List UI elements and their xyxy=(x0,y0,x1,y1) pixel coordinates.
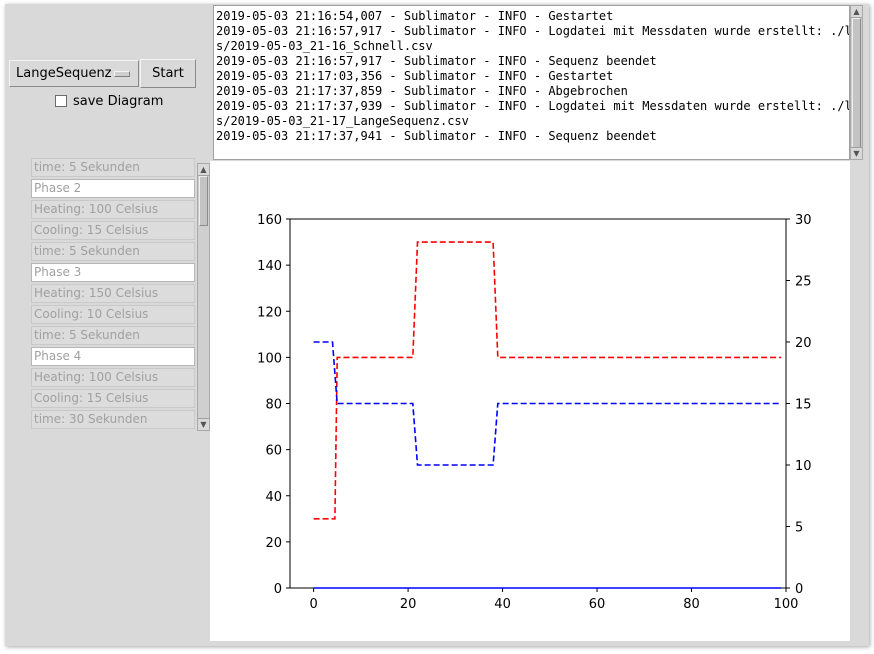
y-tick-label: 100 xyxy=(257,351,282,366)
phase-setting-field[interactable]: Cooling: 15 Celsius xyxy=(31,221,195,240)
log-line: s/2019-05-03_21-17_LangeSequenz.csv xyxy=(216,114,469,128)
y-tick-label: 20 xyxy=(265,536,282,551)
phase-setting-field[interactable]: Heating: 150 Celsius xyxy=(31,284,195,303)
log-line: 2019-05-03 21:17:37,939 - Sublimator - I… xyxy=(216,99,850,113)
log-line: 2019-05-03 21:16:57,917 - Sublimator - I… xyxy=(216,24,850,38)
phase-setting-field[interactable]: time: 5 Sekunden xyxy=(31,326,195,345)
phase-setting-field[interactable]: Cooling: 10 Celsius xyxy=(31,305,195,324)
dropdown-indicator-icon xyxy=(114,71,130,77)
y-tick-label: 40 xyxy=(265,490,282,505)
y-tick-label: 160 xyxy=(257,213,282,228)
y-tick-label: 60 xyxy=(265,444,282,459)
y2-tick-label: 20 xyxy=(795,336,812,351)
log-scrollbar[interactable]: ▲ ▼ xyxy=(850,5,863,160)
y2-tick-label: 0 xyxy=(795,582,803,597)
x-tick-label: 0 xyxy=(309,597,317,612)
save-diagram-label: save Diagram xyxy=(73,93,164,109)
phase-setting-field[interactable]: Cooling: 15 Celsius xyxy=(31,389,195,408)
y2-tick-label: 10 xyxy=(795,459,812,474)
phase-name-field[interactable]: Phase 4 xyxy=(31,347,195,366)
log-line: 2019-05-03 21:17:37,859 - Sublimator - I… xyxy=(216,84,628,98)
x-tick-label: 80 xyxy=(683,597,700,612)
phase-setting-field[interactable]: time: 5 Sekunden xyxy=(31,158,195,177)
phase-scroll-thumb[interactable] xyxy=(199,176,208,226)
start-button[interactable]: Start xyxy=(140,59,196,88)
phase-name-field[interactable]: Phase 3 xyxy=(31,263,195,282)
log-line: s/2019-05-03_21-16_Schnell.csv xyxy=(216,39,433,53)
scroll-up-icon[interactable]: ▲ xyxy=(198,164,209,176)
x-tick-label: 20 xyxy=(400,597,417,612)
log-line: 2019-05-03 21:17:37,941 - Sublimator - I… xyxy=(216,129,657,143)
checkbox-box[interactable] xyxy=(55,95,67,107)
line-chart: 0 20 40 60 80 1000204060801001201401600510152… xyxy=(257,213,812,612)
y-tick-label: 120 xyxy=(257,305,282,320)
phase-setting-field[interactable]: time: 5 Sekunden xyxy=(31,242,195,261)
log-output[interactable]: 2019-05-03 21:16:54,007 - Sublimator - I… xyxy=(213,5,850,160)
log-line: 2019-05-03 21:16:54,007 - Sublimator - I… xyxy=(216,9,614,23)
phase-list: time: 5 Sekunden Phase 2 Heating: 100 Cels… xyxy=(31,158,196,432)
x-tick-label: 100 xyxy=(774,597,799,612)
y2-tick-label: 15 xyxy=(795,398,812,413)
log-line: 2019-05-03 21:16:57,917 - Sublimator - I… xyxy=(216,54,657,68)
phase-setting-field[interactable]: Heating: 100 Celsius xyxy=(31,368,195,387)
y-tick-label: 140 xyxy=(257,259,282,274)
y2-tick-label: 5 xyxy=(795,521,803,536)
sequence-select[interactable]: LangeSequenz xyxy=(9,60,139,87)
series-line-0 xyxy=(313,241,782,520)
y2-tick-label: 30 xyxy=(795,213,812,228)
y2-tick-label: 25 xyxy=(795,275,812,290)
phase-setting-field[interactable]: Heating: 100 Celsius xyxy=(31,200,195,219)
scroll-up-icon[interactable]: ▲ xyxy=(851,6,862,18)
phase-name-field[interactable]: Phase 2 xyxy=(31,179,195,198)
phase-scrollbar[interactable]: ▲ ▼ xyxy=(197,163,210,431)
phase-setting-field[interactable]: time: 30 Sekunden xyxy=(31,410,195,429)
y-tick-label: 80 xyxy=(265,398,282,413)
scroll-down-icon[interactable]: ▼ xyxy=(851,147,862,159)
scroll-down-icon[interactable]: ▼ xyxy=(198,418,209,430)
sequence-select-value: LangeSequenz xyxy=(16,66,112,81)
x-tick-label: 60 xyxy=(589,597,606,612)
app-window: LangeSequenz Start save Diagram 2019-05-… xyxy=(5,4,869,646)
save-diagram-checkbox[interactable]: save Diagram xyxy=(55,93,163,109)
log-line: 2019-05-03 21:17:03,356 - Sublimator - I… xyxy=(216,69,614,83)
series-line-1 xyxy=(313,341,782,466)
chart-area: 0 20 40 60 80 100 0 20 40 60 80 100 120 140 160 0 5 10 15 2… xyxy=(210,161,850,641)
x-tick-label: 40 xyxy=(494,597,511,612)
log-scroll-thumb[interactable] xyxy=(852,18,861,149)
y-tick-label: 0 xyxy=(274,582,282,597)
